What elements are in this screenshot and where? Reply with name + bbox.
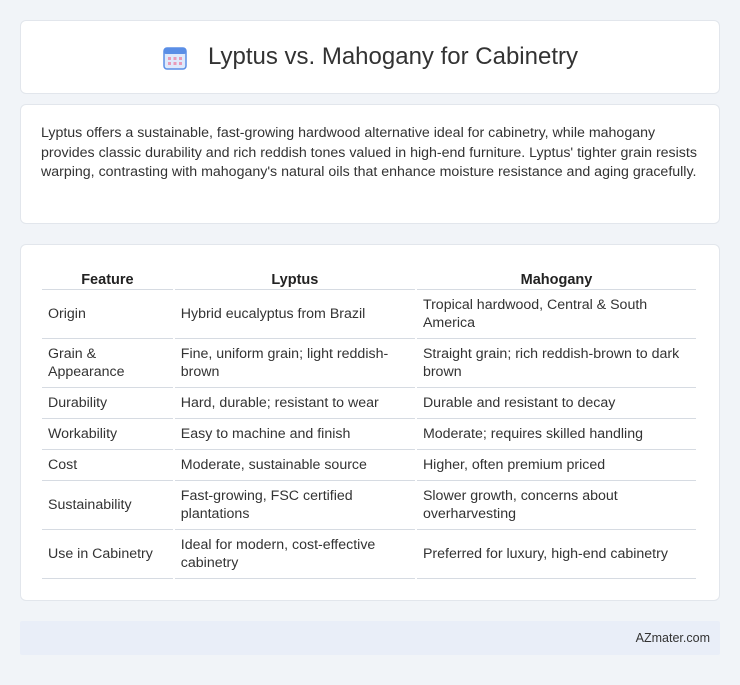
mahogany-cell: Straight grain; rich reddish-brown to da…	[416, 339, 696, 388]
table-header-row: Feature Lyptus Mahogany	[42, 267, 696, 290]
header-mahogany: Mahogany	[416, 267, 696, 290]
header-feature: Feature	[42, 267, 173, 290]
header-lyptus: Lyptus	[174, 267, 415, 290]
table-row: Workability Easy to machine and finish M…	[42, 419, 696, 450]
title-card: Lyptus vs. Mahogany for Cabinetry	[20, 20, 720, 94]
table-row: Grain & Appearance Fine, uniform grain; …	[42, 339, 696, 388]
mahogany-cell: Moderate; requires skilled handling	[416, 419, 696, 450]
mahogany-cell: Slower growth, concerns about overharves…	[416, 481, 696, 530]
mahogany-cell: Higher, often premium priced	[416, 450, 696, 481]
lyptus-cell: Hard, durable; resistant to wear	[174, 388, 415, 419]
page-title: Lyptus vs. Mahogany for Cabinetry	[208, 43, 578, 70]
comparison-card: Feature Lyptus Mahogany Origin Hybrid eu…	[20, 244, 720, 601]
table-row: Durability Hard, durable; resistant to w…	[42, 388, 696, 419]
table-row: Use in Cabinetry Ideal for modern, cost-…	[42, 530, 696, 579]
lyptus-cell: Easy to machine and finish	[174, 419, 415, 450]
footer-site-link[interactable]: AZmater.com	[636, 631, 710, 645]
feature-cell: Grain & Appearance	[42, 339, 173, 388]
feature-cell: Use in Cabinetry	[42, 530, 173, 579]
table-row: Sustainability Fast-growing, FSC certifi…	[42, 481, 696, 530]
lyptus-cell: Fine, uniform grain; light reddish-brown	[174, 339, 415, 388]
feature-cell: Sustainability	[42, 481, 173, 530]
mahogany-cell: Tropical hardwood, Central & South Ameri…	[416, 290, 696, 339]
table-row: Cost Moderate, sustainable source Higher…	[42, 450, 696, 481]
table-row: Origin Hybrid eucalyptus from Brazil Tro…	[42, 290, 696, 339]
feature-cell: Workability	[42, 419, 173, 450]
lyptus-cell: Moderate, sustainable source	[174, 450, 415, 481]
comparison-table: Feature Lyptus Mahogany Origin Hybrid eu…	[40, 267, 698, 579]
mahogany-cell: Durable and resistant to decay	[416, 388, 696, 419]
feature-cell: Durability	[42, 388, 173, 419]
lyptus-cell: Fast-growing, FSC certified plantations	[174, 481, 415, 530]
intro-text: Lyptus offers a sustainable, fast-growin…	[41, 125, 697, 180]
calendar-icon	[162, 45, 188, 71]
intro-card: Lyptus offers a sustainable, fast-growin…	[20, 104, 720, 224]
feature-cell: Cost	[42, 450, 173, 481]
lyptus-cell: Ideal for modern, cost-effective cabinet…	[174, 530, 415, 579]
feature-cell: Origin	[42, 290, 173, 339]
mahogany-cell: Preferred for luxury, high-end cabinetry	[416, 530, 696, 579]
footer: AZmater.com	[20, 621, 720, 655]
lyptus-cell: Hybrid eucalyptus from Brazil	[174, 290, 415, 339]
